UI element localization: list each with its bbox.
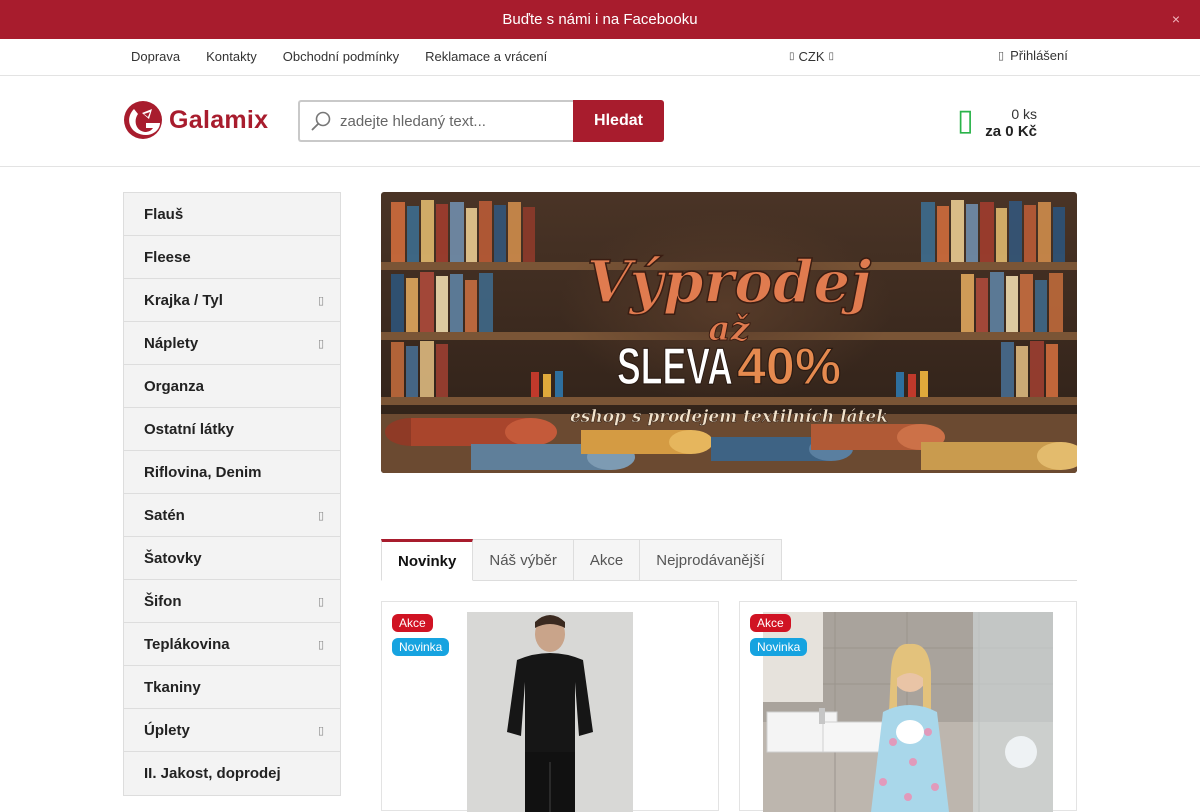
category-label: Organza <box>144 377 205 395</box>
category-label: Ostatní látky <box>144 420 235 438</box>
category-label: Šifon <box>144 592 182 610</box>
badge-novinka: Novinka <box>392 638 450 656</box>
logo-mark-icon <box>124 101 162 139</box>
close-icon[interactable]: × <box>1172 11 1180 27</box>
currency-selector[interactable]: ▯ CZK ▯ <box>789 49 834 64</box>
category-label: Flauš <box>144 205 184 223</box>
search-button[interactable]: Hledat <box>573 100 664 142</box>
chevron-right-icon: ▯ <box>317 337 324 350</box>
category-sifon[interactable]: Šifon ▯ <box>124 580 340 623</box>
category-sidebar: Flauš Fleese Krajka / Tyl ▯ Náplety ▯ Orga… <box>123 192 341 796</box>
nav-link-kontakty[interactable]: Kontakty <box>206 49 257 64</box>
cart-total: za 0 Kč <box>985 123 1037 140</box>
logo[interactable]: Galamix <box>122 99 268 141</box>
category-label: Fleese <box>144 248 191 266</box>
svg-text:eshop s prodejem textilních lá: eshop s prodejem textilních látek <box>570 407 888 427</box>
category-label: Náplety <box>144 334 199 352</box>
promo-bar[interactable]: Buďte s námi i na Facebooku × <box>0 0 1200 39</box>
badge-novinka: Novinka <box>750 638 808 656</box>
tab-nas-vyber[interactable]: Náš výběr <box>473 539 574 581</box>
user-icon: ▯ <box>998 50 1005 62</box>
svg-text:SLEVA: SLEVA <box>617 338 733 396</box>
category-saten[interactable]: Satén ▯ <box>124 494 340 537</box>
category-fleese[interactable]: Fleese <box>124 236 340 279</box>
tab-novinky[interactable]: Novinky <box>381 539 474 581</box>
chevron-right-icon: ▯ <box>317 638 324 651</box>
search-form: Hledat <box>298 100 664 142</box>
top-navigation: Doprava Kontakty Obchodní podmínky Rekla… <box>0 39 1200 76</box>
search-field[interactable] <box>298 100 573 142</box>
svg-text:40%: 40% <box>737 338 841 396</box>
category-label: Tkaniny <box>144 678 201 696</box>
svg-text:Výprodej: Výprodej <box>587 248 872 316</box>
category-naplety[interactable]: Náplety ▯ <box>124 322 340 365</box>
chevron-right-icon: ▯ <box>317 724 324 737</box>
badge-akce: Akce <box>750 614 791 632</box>
cart-count: 0 ks <box>1011 106 1037 122</box>
category-teplakovina[interactable]: Teplákovina ▯ <box>124 623 340 666</box>
currency-icon: ▯ <box>789 51 795 62</box>
category-label: Teplákovina <box>144 635 230 653</box>
search-icon <box>311 111 331 131</box>
hero-banner[interactable]: Výprodej až SLEVA 40% eshop s prodejem t… <box>381 192 1077 473</box>
category-label: II. Jakost, doprodej <box>144 765 281 782</box>
logo-text: Galamix <box>169 105 269 134</box>
category-label: Krajka / Tyl <box>144 291 223 309</box>
cart-widget[interactable]: ▯ 0 ks za 0 Kč <box>957 103 1047 143</box>
category-krajka-tyl[interactable]: Krajka / Tyl ▯ <box>124 279 340 322</box>
category-label: Šatovky <box>144 549 202 567</box>
nav-link-doprava[interactable]: Doprava <box>131 49 180 64</box>
category-satovky[interactable]: Šatovky <box>124 537 340 580</box>
chevron-right-icon: ▯ <box>317 595 324 608</box>
category-tkaniny[interactable]: Tkaniny <box>124 666 340 709</box>
product-image[interactable] <box>467 612 633 812</box>
nav-link-reklamace[interactable]: Reklamace a vrácení <box>425 49 547 64</box>
category-riflovina-denim[interactable]: Riflovina, Denim <box>124 451 340 494</box>
category-label: Úplety <box>144 721 190 739</box>
product-card[interactable]: Akce Novinka <box>381 601 719 812</box>
banner-image: Výprodej až SLEVA 40% eshop s prodejem t… <box>381 192 1077 473</box>
cart-icon: ▯ <box>957 104 974 137</box>
category-organza[interactable]: Organza <box>124 365 340 408</box>
nav-link-obchodni-podminky[interactable]: Obchodní podmínky <box>283 49 399 64</box>
chevron-down-icon: ▯ <box>828 51 835 62</box>
product-tabs: Novinky Náš výběr Akce Nejprodávanější <box>381 539 1077 581</box>
category-ii-jakost[interactable]: II. Jakost, doprodej <box>124 752 340 795</box>
category-label: Satén <box>144 506 185 524</box>
promo-text[interactable]: Buďte s námi i na Facebooku <box>502 11 697 28</box>
tab-nejprodavanejsi[interactable]: Nejprodávanější <box>640 539 782 581</box>
product-card[interactable]: Akce Novinka <box>739 601 1077 812</box>
login-label: Přihlášení <box>1010 48 1068 63</box>
currency-label: CZK <box>798 49 825 64</box>
category-ostatni-latky[interactable]: Ostatní látky <box>124 408 340 451</box>
category-flaus[interactable]: Flauš <box>124 193 340 236</box>
tab-akce[interactable]: Akce <box>573 539 641 581</box>
category-uplety[interactable]: Úplety ▯ <box>124 709 340 752</box>
chevron-right-icon: ▯ <box>317 294 324 307</box>
category-label: Riflovina, Denim <box>144 463 262 481</box>
badge-akce: Akce <box>392 614 433 632</box>
search-input[interactable] <box>340 112 565 130</box>
site-header: Galamix Hledat ▯ 0 ks za 0 Kč <box>0 76 1200 167</box>
login-link[interactable]: ▯ Přihlášení <box>998 48 1068 63</box>
chevron-right-icon: ▯ <box>317 509 324 522</box>
